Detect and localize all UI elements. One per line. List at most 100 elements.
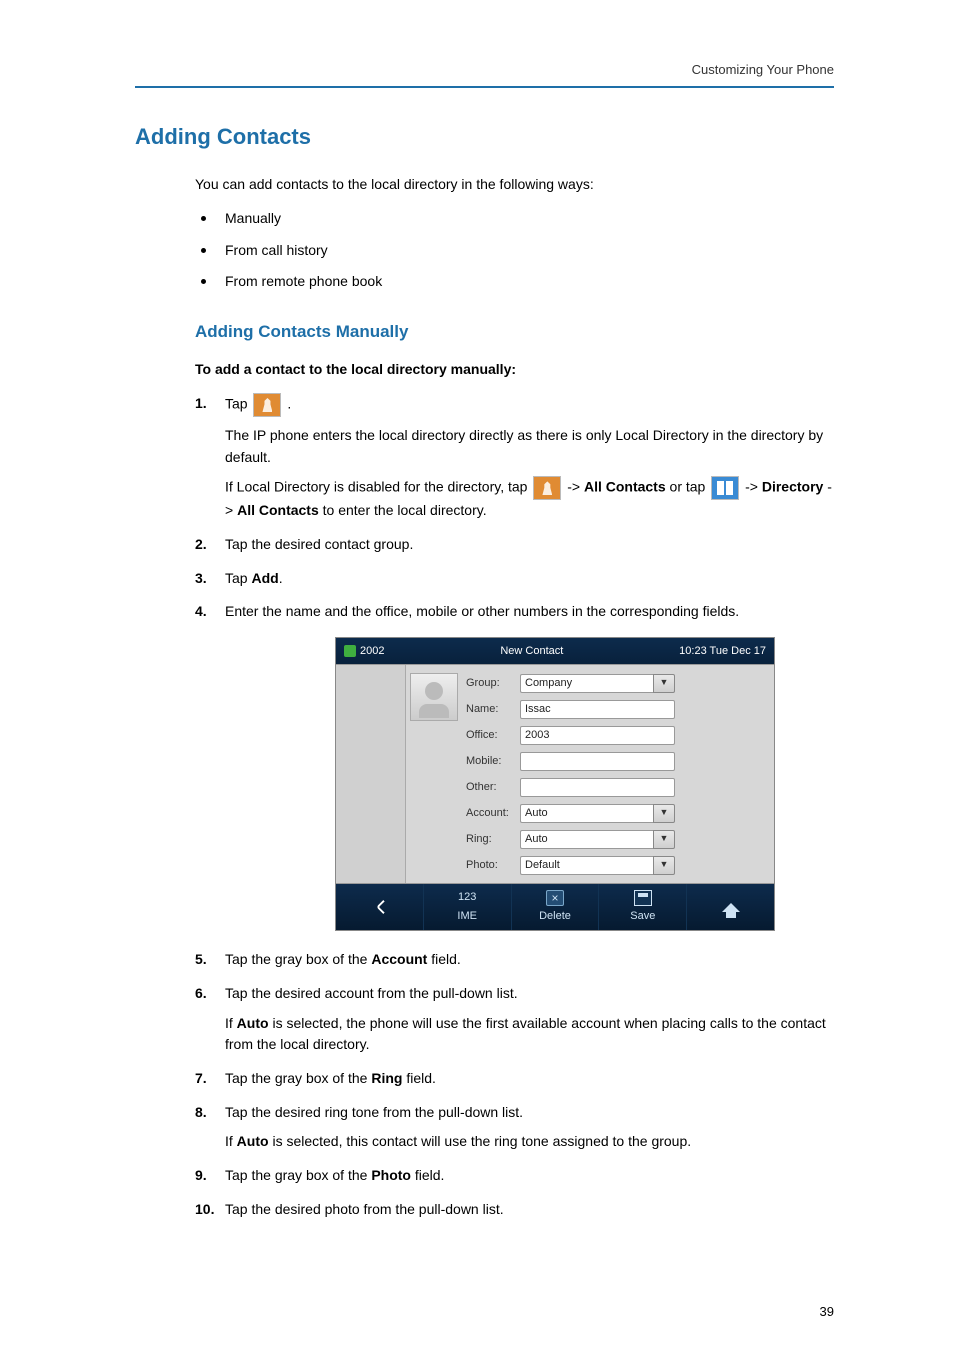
clock: 10:23 Tue Dec 17 bbox=[679, 643, 766, 660]
screenshot-footer: 123 IME Delete Save bbox=[336, 884, 774, 930]
chevron-down-icon[interactable]: ▼ bbox=[653, 674, 675, 693]
field-label: Office: bbox=[466, 727, 520, 744]
text: to enter the local directory. bbox=[323, 502, 487, 518]
step-line: If Local Directory is disabled for the d… bbox=[225, 476, 834, 522]
step-line: Enter the name and the office, mobile or… bbox=[225, 601, 834, 623]
contacts-icon bbox=[533, 476, 561, 500]
add-label: Add bbox=[251, 570, 278, 586]
home-icon bbox=[722, 903, 740, 912]
group-select[interactable]: Company ▼ bbox=[520, 674, 675, 693]
chevron-down-icon[interactable]: ▼ bbox=[653, 804, 675, 823]
field-row-mobile: Mobile: bbox=[466, 749, 766, 773]
field-row-photo: Photo: Default ▼ bbox=[466, 853, 766, 877]
step-line: Tap the desired contact group. bbox=[225, 534, 834, 556]
home-button[interactable] bbox=[687, 884, 774, 930]
all-contacts-label: All Contacts bbox=[584, 479, 666, 495]
step-number: 6. bbox=[195, 983, 207, 1005]
step-number: 10. bbox=[195, 1199, 214, 1221]
account-number: 2002 bbox=[360, 643, 384, 660]
phone-icon bbox=[344, 645, 356, 657]
step-number: 4. bbox=[195, 601, 207, 623]
step-1: 1. Tap . The IP phone enters the local d… bbox=[195, 393, 834, 522]
name-input[interactable]: Issac bbox=[520, 700, 675, 719]
screenshot-titlebar: 2002 New Contact 10:23 Tue Dec 17 bbox=[336, 638, 774, 664]
left-panel bbox=[336, 665, 406, 883]
step-line: Tap the desired ring tone from the pull-… bbox=[225, 1102, 834, 1124]
directory-label: Directory bbox=[762, 479, 823, 495]
field-row-ring: Ring: Auto ▼ bbox=[466, 827, 766, 851]
ring-value[interactable]: Auto bbox=[520, 830, 653, 849]
step-10: 10. Tap the desired photo from the pull-… bbox=[195, 1199, 834, 1221]
step-number: 1. bbox=[195, 393, 207, 415]
field-label: Other: bbox=[466, 779, 520, 796]
other-input[interactable] bbox=[520, 778, 675, 797]
text: If Local Directory is disabled for the d… bbox=[225, 479, 531, 495]
list-item: From remote phone book bbox=[195, 271, 834, 293]
auto-label: Auto bbox=[237, 1015, 269, 1031]
contact-form: Group: Company ▼ Name: Issac bbox=[406, 665, 774, 883]
field-label: Photo: bbox=[466, 857, 520, 874]
account-value[interactable]: Auto bbox=[520, 804, 653, 823]
text: is selected, the phone will use the firs… bbox=[225, 1015, 826, 1053]
save-label: Save bbox=[630, 908, 655, 925]
intro-text: You can add contacts to the local direct… bbox=[195, 174, 834, 196]
screen-title: New Contact bbox=[384, 643, 679, 660]
field-row-other: Other: bbox=[466, 775, 766, 799]
ring-select[interactable]: Auto ▼ bbox=[520, 830, 675, 849]
text: Tap the gray box of the bbox=[225, 1167, 371, 1183]
text: or tap bbox=[670, 479, 710, 495]
subsection-heading: Adding Contacts Manually bbox=[195, 319, 834, 345]
field-label: Ring: bbox=[466, 831, 520, 848]
field-label: Name: bbox=[466, 701, 520, 718]
text: If bbox=[225, 1015, 237, 1031]
photo-select[interactable]: Default ▼ bbox=[520, 856, 675, 875]
account-select[interactable]: Auto ▼ bbox=[520, 804, 675, 823]
group-value[interactable]: Company bbox=[520, 674, 653, 693]
ime-button[interactable]: 123 IME bbox=[424, 884, 512, 930]
phone-screenshot: 2002 New Contact 10:23 Tue Dec 17 Group: bbox=[335, 637, 775, 931]
all-contacts-label: All Contacts bbox=[237, 502, 319, 518]
step-line: The IP phone enters the local directory … bbox=[225, 425, 834, 468]
field-label: Group: bbox=[466, 675, 520, 692]
step-line: Tap . bbox=[225, 393, 834, 417]
page-number: 39 bbox=[820, 1302, 834, 1322]
ring-label: Ring bbox=[371, 1070, 402, 1086]
apps-icon bbox=[711, 476, 739, 500]
chevron-down-icon[interactable]: ▼ bbox=[653, 830, 675, 849]
mobile-input[interactable] bbox=[520, 752, 675, 771]
step-4: 4. Enter the name and the office, mobile… bbox=[195, 601, 834, 931]
text: . bbox=[279, 570, 283, 586]
section-heading: Adding Contacts bbox=[135, 120, 834, 154]
text: field. bbox=[402, 1070, 435, 1086]
header-right: Customizing Your Phone bbox=[692, 62, 834, 77]
field-label: Mobile: bbox=[466, 753, 520, 770]
back-button[interactable] bbox=[336, 884, 424, 930]
field-row-group: Group: Company ▼ bbox=[466, 671, 766, 695]
step-line: Tap the gray box of the Photo field. bbox=[225, 1165, 834, 1187]
list-item: From call history bbox=[195, 240, 834, 262]
text: Tap bbox=[225, 396, 251, 412]
step-number: 7. bbox=[195, 1068, 207, 1090]
save-button[interactable]: Save bbox=[599, 884, 687, 930]
auto-label: Auto bbox=[237, 1133, 269, 1149]
step-2: 2. Tap the desired contact group. bbox=[195, 534, 834, 556]
avatar-placeholder[interactable] bbox=[410, 673, 458, 721]
step-number: 8. bbox=[195, 1102, 207, 1124]
text: . bbox=[287, 396, 291, 412]
chevron-down-icon[interactable]: ▼ bbox=[653, 856, 675, 875]
field-label: Account: bbox=[466, 805, 520, 822]
account-label: Account bbox=[371, 951, 427, 967]
office-input[interactable]: 2003 bbox=[520, 726, 675, 745]
delete-icon bbox=[546, 890, 564, 906]
step-line: If Auto is selected, the phone will use … bbox=[225, 1013, 834, 1056]
photo-value[interactable]: Default bbox=[520, 856, 653, 875]
delete-button[interactable]: Delete bbox=[512, 884, 600, 930]
text: Tap bbox=[225, 570, 251, 586]
ime-mode: 123 bbox=[458, 889, 476, 906]
field-row-name: Name: Issac bbox=[466, 697, 766, 721]
step-line: If Auto is selected, this contact will u… bbox=[225, 1131, 834, 1153]
text: -> bbox=[567, 479, 580, 495]
ways-list: Manually From call history From remote p… bbox=[195, 208, 834, 293]
text: Tap the gray box of the bbox=[225, 1070, 371, 1086]
step-7: 7. Tap the gray box of the Ring field. bbox=[195, 1068, 834, 1090]
